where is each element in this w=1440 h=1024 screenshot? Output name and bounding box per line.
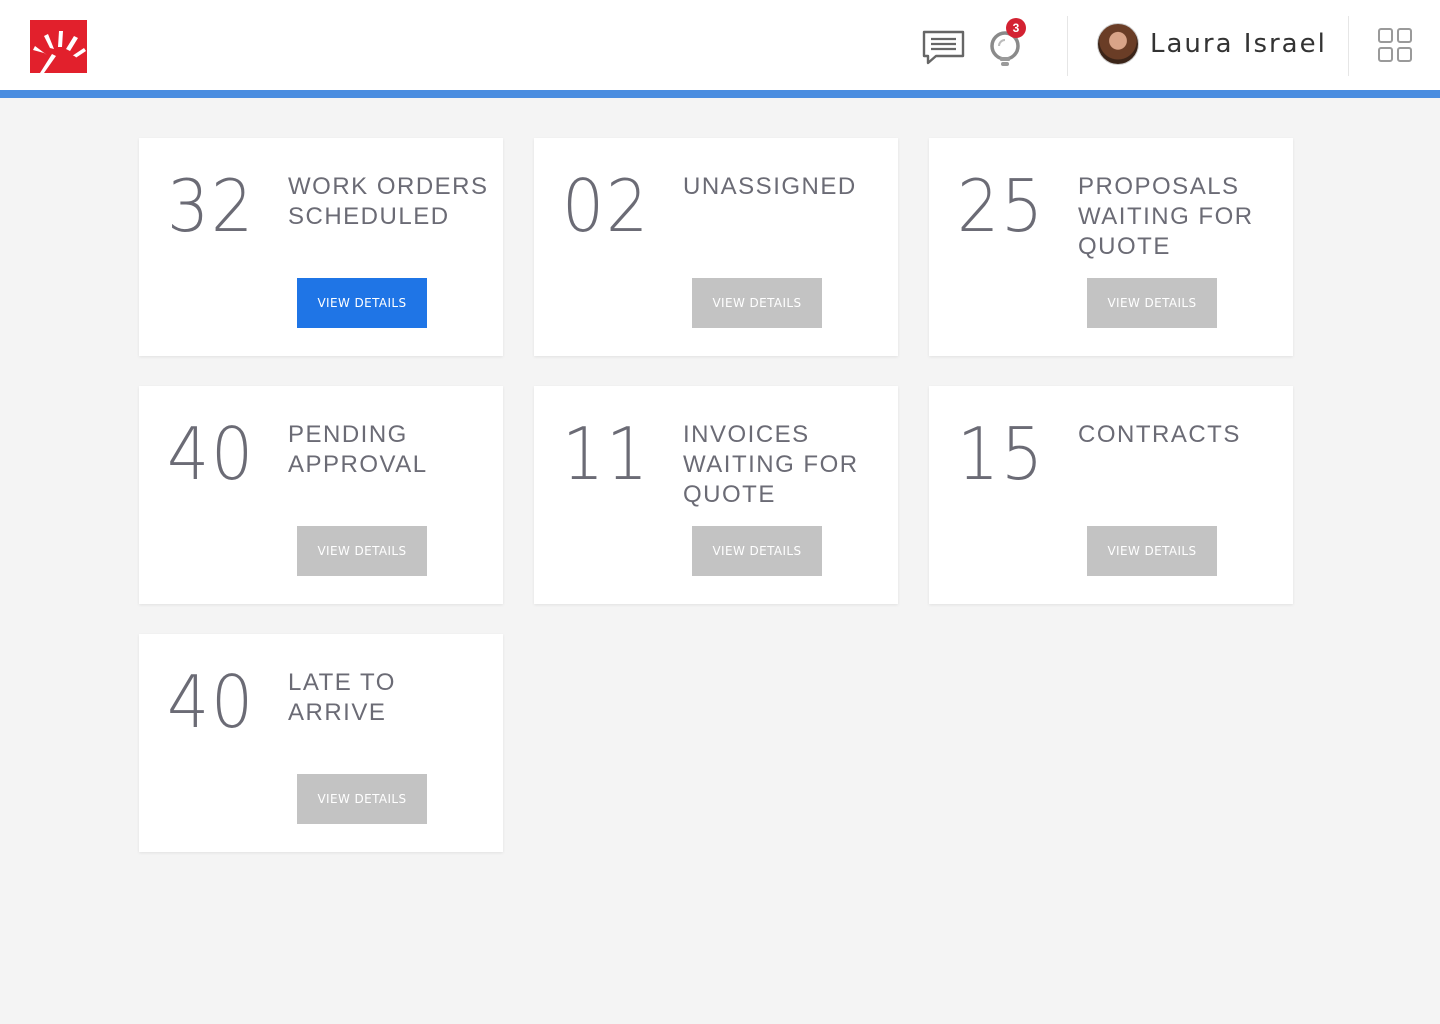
app-header: 3 Laura Israel <box>0 0 1440 90</box>
card-invoices-waiting: 11 Invoices Waiting for Quote VIEW DETAI… <box>534 386 898 604</box>
card-count: 40 <box>167 660 255 744</box>
view-details-button[interactable]: VIEW DETAILS <box>692 526 822 576</box>
chat-icon[interactable] <box>922 30 965 66</box>
view-details-button[interactable]: VIEW DETAILS <box>297 774 427 824</box>
apps-grid-icon[interactable] <box>1378 28 1412 62</box>
card-title: Proposals Waiting for Quote <box>1078 173 1254 260</box>
card-pending-approval: 40 Pending Approval VIEW DETAILS <box>139 386 503 604</box>
view-details-button[interactable]: VIEW DETAILS <box>297 526 427 576</box>
card-proposals-waiting: 25 Proposals Waiting for Quote VIEW DETA… <box>929 138 1293 356</box>
card-contracts: 15 Contracts VIEW DETAILS <box>929 386 1293 604</box>
user-menu[interactable]: Laura Israel <box>1097 23 1327 65</box>
card-title: Contracts <box>1078 421 1241 448</box>
view-details-button[interactable]: VIEW DETAILS <box>1087 526 1217 576</box>
view-details-button[interactable]: VIEW DETAILS <box>692 278 822 328</box>
user-name: Laura Israel <box>1150 29 1327 59</box>
card-title: Late to Arrive <box>288 669 396 726</box>
notification-badge: 3 <box>1006 18 1026 38</box>
card-title: Pending Approval <box>288 421 428 478</box>
view-details-button[interactable]: VIEW DETAILS <box>297 278 427 328</box>
card-count: 11 <box>562 412 650 496</box>
view-details-button[interactable]: VIEW DETAILS <box>1087 278 1217 328</box>
card-count: 32 <box>167 164 255 248</box>
card-work-orders-scheduled: 32 Work Orders Scheduled VIEW DETAILS <box>139 138 503 356</box>
avatar <box>1097 23 1139 65</box>
header-divider <box>1348 16 1349 76</box>
card-title: Unassigned <box>683 173 857 200</box>
header-divider <box>1067 16 1068 76</box>
header-accent-bar <box>0 90 1440 98</box>
card-title: Invoices Waiting for Quote <box>683 421 859 508</box>
card-count: 02 <box>562 164 650 248</box>
card-count: 15 <box>957 412 1045 496</box>
card-title: Work Orders Scheduled <box>288 173 489 230</box>
card-count: 25 <box>957 164 1045 248</box>
brand-logo-icon[interactable] <box>30 20 87 73</box>
card-count: 40 <box>167 412 255 496</box>
notifications-button[interactable]: 3 <box>986 18 1026 70</box>
card-late-to-arrive: 40 Late to Arrive VIEW DETAILS <box>139 634 503 852</box>
card-unassigned: 02 Unassigned VIEW DETAILS <box>534 138 898 356</box>
